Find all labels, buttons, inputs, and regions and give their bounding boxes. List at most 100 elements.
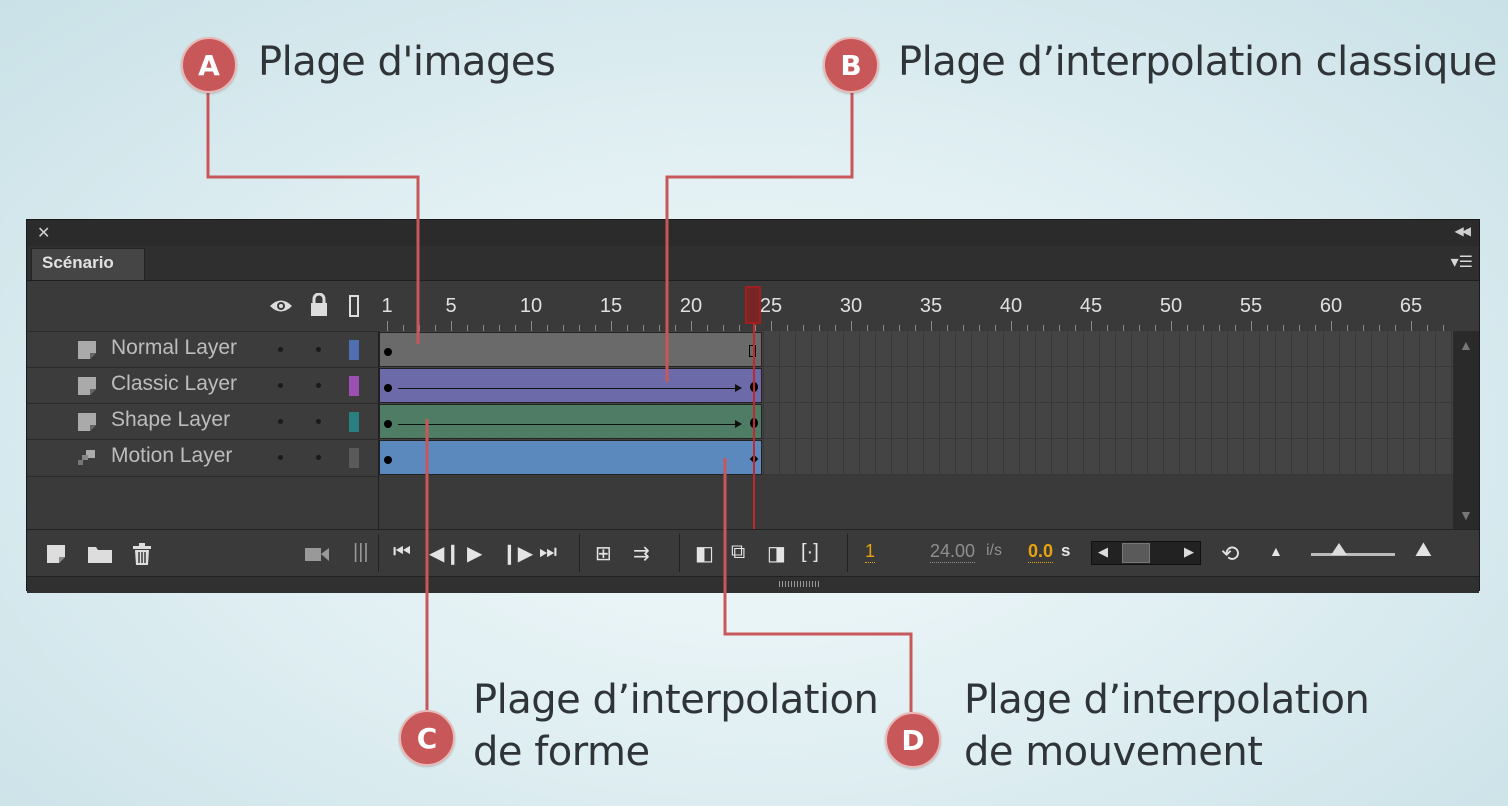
keyframe[interactable] (384, 420, 392, 428)
ruler-tick (1251, 321, 1252, 331)
ruler-tick (451, 321, 452, 331)
reset-zoom-icon[interactable]: ⟲ (1221, 541, 1239, 567)
layer-row[interactable]: Motion Layer (27, 439, 378, 474)
ruler-label: 45 (1079, 295, 1103, 317)
zoom-slider-knob[interactable] (1331, 543, 1347, 555)
eye-icon[interactable] (269, 298, 293, 314)
camera-icon[interactable] (304, 545, 330, 563)
ruler-tick (1411, 321, 1412, 331)
layer-icon (78, 413, 96, 431)
scroll-left-icon[interactable]: ◀ (1098, 544, 1108, 560)
lock-toggle[interactable] (316, 419, 321, 424)
vertical-scrollbar[interactable]: ▲ ▼ (1453, 331, 1479, 529)
play-icon[interactable]: ▶ (467, 541, 482, 566)
callout-label-b: Plage d’interpolation classique (898, 39, 1497, 85)
lock-toggle[interactable] (316, 347, 321, 352)
step-forward-icon[interactable]: ❙▶ (501, 541, 533, 566)
time-value[interactable]: 0.0 (1028, 541, 1054, 563)
zoom-in-icon[interactable]: ⛰ (1415, 539, 1432, 562)
delete-icon[interactable] (131, 542, 153, 566)
scroll-up-icon[interactable]: ▲ (1459, 337, 1473, 353)
zoom-out-icon[interactable]: ▲ (1269, 543, 1283, 559)
layer-name[interactable]: Shape Layer (111, 408, 230, 432)
tab-bar: Scénario ▾☰ (27, 246, 1479, 281)
fps-unit: i/s (986, 542, 1002, 559)
status-bar (27, 576, 1479, 593)
shape-tween-span[interactable] (379, 404, 762, 439)
edit-multiple-icon[interactable]: ◨ (767, 541, 786, 566)
layer-row[interactable]: Normal Layer (27, 331, 378, 366)
ruler-label: 15 (599, 295, 623, 317)
tween-arrow (398, 384, 742, 392)
layer-color-swatch[interactable] (349, 340, 359, 360)
columns-icon[interactable]: ||| (353, 541, 369, 564)
onion-outline-icon[interactable]: ⧉ (731, 541, 745, 564)
visibility-toggle[interactable] (278, 419, 283, 424)
panel-titlebar: ✕ ◀◀ (27, 220, 1479, 246)
layer-color-swatch[interactable] (349, 376, 359, 396)
ruler-label: 40 (999, 295, 1023, 317)
visibility-toggle[interactable] (278, 347, 283, 352)
new-layer-icon[interactable] (45, 543, 67, 565)
ruler-tick (1011, 321, 1012, 331)
double-chevron-left-icon[interactable]: ◀◀ (1455, 224, 1472, 238)
loop-icon[interactable]: ⇉ (633, 541, 650, 566)
playhead[interactable] (745, 286, 761, 324)
ruler-tick (931, 321, 932, 331)
ruler-tick (851, 321, 852, 331)
frame-ruler[interactable]: 1 5 10 15 20 25 30 35 40 45 50 55 60 65 (379, 281, 1453, 331)
current-frame-value[interactable]: 1 (865, 541, 876, 563)
layer-name[interactable]: Classic Layer (111, 372, 237, 396)
outline-icon[interactable] (349, 295, 359, 317)
classic-tween-span[interactable] (379, 368, 762, 403)
callout-label-c-line1: Plage d’interpolation (473, 677, 879, 723)
keyframe[interactable] (384, 348, 392, 356)
visibility-toggle[interactable] (278, 383, 283, 388)
step-back-icon[interactable]: ◀❙ (429, 541, 461, 566)
close-icon[interactable]: ✕ (37, 223, 50, 243)
modify-markers-icon[interactable]: [·] (801, 541, 819, 564)
frame-grid[interactable] (379, 331, 1453, 475)
callout-label-c-line2: de forme (473, 729, 650, 775)
callout-badge-a: A (181, 37, 237, 93)
ruler-label: 20 (679, 295, 703, 317)
visibility-toggle[interactable] (278, 455, 283, 460)
ruler-label: 1 (381, 295, 393, 317)
callout-badge-d: D (885, 712, 941, 768)
panel-menu-icon[interactable]: ▾☰ (1451, 252, 1473, 272)
tab-scenario[interactable]: Scénario (31, 248, 145, 280)
zoom-slider[interactable] (1311, 553, 1395, 556)
fps-value[interactable]: 24.00 (930, 541, 976, 563)
layer-header (27, 281, 378, 331)
scroll-right-icon[interactable]: ▶ (1184, 544, 1194, 560)
lock-icon[interactable] (309, 293, 329, 317)
keyframe[interactable] (384, 384, 392, 392)
scroll-down-icon[interactable]: ▼ (1459, 507, 1473, 523)
onion-skin-icon[interactable]: ◧ (695, 541, 714, 566)
lock-toggle[interactable] (316, 455, 321, 460)
layer-row[interactable]: Shape Layer (27, 403, 378, 438)
resize-grip[interactable] (779, 581, 819, 587)
playhead-line (753, 324, 755, 529)
layer-color-swatch[interactable] (349, 412, 359, 432)
lock-toggle[interactable] (316, 383, 321, 388)
layer-name[interactable]: Motion Layer (111, 444, 232, 468)
layer-list-empty (27, 476, 378, 530)
layer-row[interactable]: Classic Layer (27, 367, 378, 402)
center-frame-icon[interactable]: ⊞ (595, 541, 612, 566)
go-last-icon[interactable]: ⏭ (539, 541, 557, 564)
timeline-toolbar: ||| ⏮ ◀❙ ▶ ❙▶ ⏭ ⊞ ⇉ ◧ ⧉ ◨ [·] 1 24.00 i/… (27, 529, 1479, 576)
ruler-label: 30 (839, 295, 863, 317)
motion-layer-icon (78, 450, 95, 465)
motion-tween-span[interactable] (379, 440, 762, 475)
ruler-tick (387, 321, 388, 331)
scroll-thumb[interactable] (1122, 543, 1150, 563)
horizontal-scrollbar[interactable]: ◀ ▶ (1091, 541, 1201, 565)
go-first-icon[interactable]: ⏮ (393, 541, 411, 564)
new-folder-icon[interactable] (87, 544, 113, 564)
callout-badge-c: C (399, 710, 455, 766)
frames-span[interactable] (379, 332, 762, 367)
keyframe[interactable] (384, 456, 392, 464)
layer-name[interactable]: Normal Layer (111, 336, 237, 360)
layer-color-swatch[interactable] (349, 448, 359, 468)
